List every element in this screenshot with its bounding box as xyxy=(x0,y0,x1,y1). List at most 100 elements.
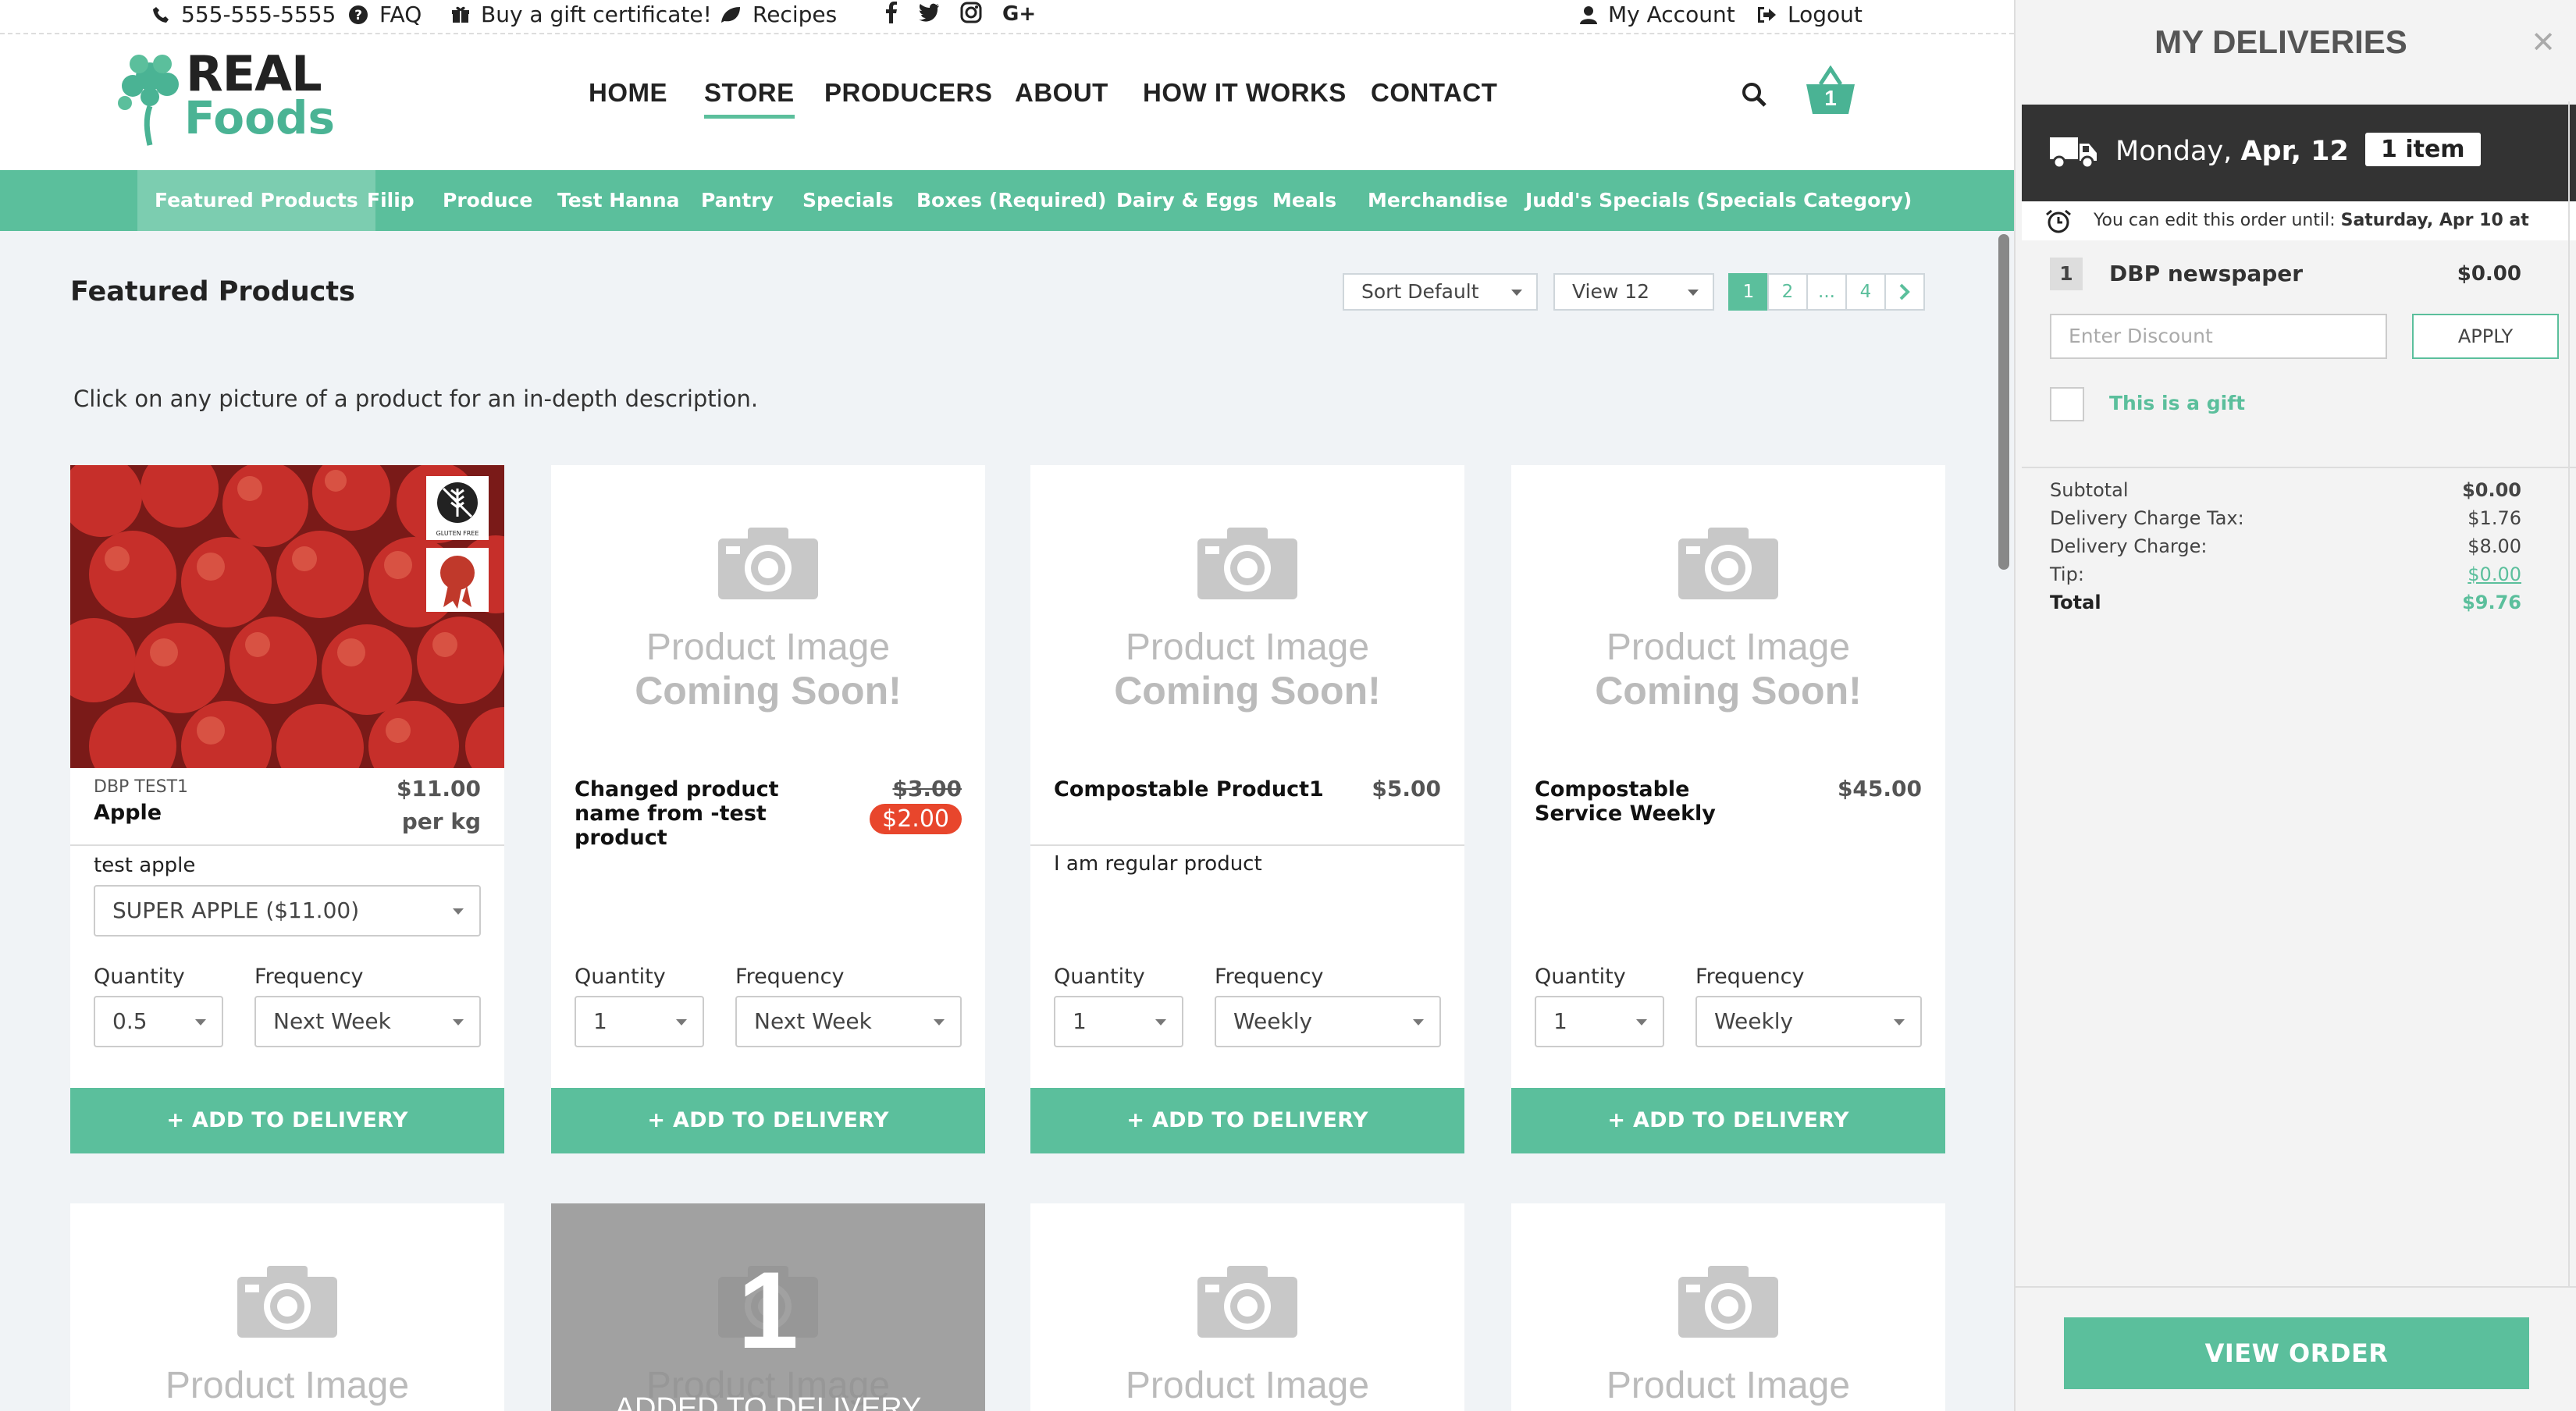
frequency-select[interactable]: Next Week xyxy=(735,996,962,1047)
nav-how-it-works[interactable]: HOW IT WORKS xyxy=(1143,78,1347,108)
phone-link[interactable]: 555-555-5555 xyxy=(151,2,336,27)
cart-count: 1 xyxy=(1824,86,1837,110)
nav-contact[interactable]: CONTACT xyxy=(1371,78,1497,108)
close-icon[interactable]: ✕ xyxy=(2531,25,2556,59)
product-image-placeholder[interactable]: Product Image Coming Soon! xyxy=(551,465,985,768)
quantity-label: Quantity xyxy=(94,965,185,989)
product-name[interactable]: Compostable Service Weekly xyxy=(1535,777,1784,826)
drawer-title: MY DELIVERIES xyxy=(2154,23,2407,60)
nav-about[interactable]: ABOUT xyxy=(1015,78,1108,108)
my-account-link[interactable]: My Account xyxy=(1580,2,1735,27)
view-select[interactable]: View 12 xyxy=(1553,273,1714,311)
camera-icon xyxy=(1678,528,1778,599)
logout-link[interactable]: Logout xyxy=(1756,2,1863,27)
quantity-select[interactable]: 1 xyxy=(1535,996,1664,1047)
product-name[interactable]: Compostable Product1 xyxy=(1054,777,1324,801)
frequency-value: Weekly xyxy=(1233,1008,1313,1034)
chevron-down-icon xyxy=(1413,1019,1424,1025)
delivery-header[interactable]: Monday, Apr, 12 1 item xyxy=(2022,105,2576,201)
apple-photo[interactable]: GLUTEN FREE xyxy=(70,465,504,768)
gift-label: Buy a gift certificate! xyxy=(481,2,712,27)
plus-icon: + xyxy=(1126,1108,1145,1132)
edit-note-prefix: You can edit this order until: xyxy=(2094,211,2341,230)
line-item-name[interactable]: DBP newspaper xyxy=(2109,261,2303,286)
category-test-hanna[interactable]: Test Hanna xyxy=(540,170,696,231)
tax-label: Delivery Charge Tax: xyxy=(2050,507,2244,529)
category-pantry[interactable]: Pantry xyxy=(684,170,791,231)
instagram-icon[interactable] xyxy=(960,2,982,23)
product-description: I am regular product xyxy=(1054,852,1262,876)
category-boxes[interactable]: Boxes (Required) xyxy=(899,170,1123,231)
ribbon-icon xyxy=(440,556,475,609)
category-judds-specials[interactable]: Judd's Specials (Specials Category) xyxy=(1508,170,1929,231)
product-price: $45.00 xyxy=(1837,776,1922,801)
twitter-icon[interactable] xyxy=(918,3,940,22)
frequency-select[interactable]: Weekly xyxy=(1215,996,1441,1047)
add-to-delivery-button[interactable]: + ADD TO DELIVERY xyxy=(1511,1088,1945,1153)
discount-input[interactable]: Enter Discount xyxy=(2050,314,2387,359)
frequency-label: Frequency xyxy=(1695,965,1805,989)
gluten-free-badge: GLUTEN FREE xyxy=(426,476,489,540)
page-2[interactable]: 2 xyxy=(1767,273,1808,311)
faq-link[interactable]: ? FAQ xyxy=(348,2,422,27)
cart-button[interactable]: 1 xyxy=(1803,65,1858,117)
nav-home[interactable]: HOME xyxy=(589,78,667,108)
frequency-select[interactable]: Weekly xyxy=(1695,996,1922,1047)
apply-discount-button[interactable]: APPLY xyxy=(2412,314,2559,359)
quantity-select[interactable]: 1 xyxy=(1054,996,1183,1047)
page-title: Featured Products xyxy=(70,276,355,307)
frequency-value: Next Week xyxy=(273,1008,391,1034)
chevron-down-icon xyxy=(1894,1019,1905,1025)
chevron-down-icon xyxy=(676,1019,687,1025)
search-button[interactable] xyxy=(1741,81,1767,113)
frequency-select[interactable]: Next Week xyxy=(254,996,481,1047)
facebook-icon[interactable] xyxy=(885,2,898,23)
placeholder-line1: Product Image xyxy=(1125,627,1370,668)
page-1[interactable]: 1 xyxy=(1728,273,1769,311)
product-card-compostable-service: Product Image Coming Soon! Compostable S… xyxy=(1511,465,1945,1153)
faq-label: FAQ xyxy=(379,2,422,27)
product-image-placeholder[interactable]: Product Image Coming Soon! xyxy=(1511,465,1945,768)
delivery-day: Monday, xyxy=(2115,136,2241,167)
add-to-delivery-button[interactable]: + ADD TO DELIVERY xyxy=(551,1088,985,1153)
category-filip[interactable]: Filip xyxy=(350,170,432,231)
product-name[interactable]: Apple xyxy=(94,801,162,825)
sort-select[interactable]: Sort Default xyxy=(1343,273,1538,311)
product-name[interactable]: Changed product name from -test product xyxy=(575,777,832,850)
chevron-right-icon xyxy=(1899,283,1910,300)
page-4[interactable]: 4 xyxy=(1845,273,1886,311)
page-ellipsis: ... xyxy=(1806,273,1847,311)
add-to-delivery-button[interactable]: + ADD TO DELIVERY xyxy=(70,1088,504,1153)
utility-bar: 555-555-5555 ? FAQ Buy a gift certificat… xyxy=(0,0,2014,34)
category-meals[interactable]: Meals xyxy=(1255,170,1354,231)
gift-certificate-link[interactable]: Buy a gift certificate! xyxy=(451,2,712,27)
quantity-select[interactable]: 1 xyxy=(575,996,704,1047)
intro-text: Click on any picture of a product for an… xyxy=(73,386,759,412)
nav-producers[interactable]: PRODUCERS xyxy=(824,78,992,108)
product-image-placeholder[interactable]: Product Image Coming Soon! xyxy=(1030,465,1464,768)
gift-checkbox[interactable] xyxy=(2050,387,2084,421)
category-merchandise[interactable]: Merchandise xyxy=(1350,170,1525,231)
product-option-select[interactable]: SUPER APPLE ($11.00) xyxy=(94,885,481,937)
gift-label[interactable]: This is a gift xyxy=(2109,392,2245,414)
category-produce[interactable]: Produce xyxy=(425,170,550,231)
add-label: ADD TO DELIVERY xyxy=(1151,1108,1368,1132)
delivery-date: Monday, Apr, 12 xyxy=(2115,136,2349,167)
add-label: ADD TO DELIVERY xyxy=(672,1108,889,1132)
placeholder-line1: Product Image xyxy=(1606,1365,1851,1406)
tip-value-link[interactable]: $0.00 xyxy=(2467,563,2521,585)
view-order-button[interactable]: VIEW ORDER xyxy=(2064,1317,2529,1389)
next-page-button[interactable] xyxy=(1884,273,1925,311)
add-to-delivery-button[interactable]: + ADD TO DELIVERY xyxy=(1030,1088,1464,1153)
google-plus-icon[interactable]: G+ xyxy=(1002,2,1037,23)
product-card-compostable-product1: Product Image Coming Soon! Compostable P… xyxy=(1030,465,1464,1153)
page-scrollbar[interactable] xyxy=(1998,234,2009,570)
recipes-link[interactable]: Recipes xyxy=(720,2,837,27)
quantity-select[interactable]: 0.5 xyxy=(94,996,223,1047)
nav-store[interactable]: STORE xyxy=(704,78,795,119)
category-featured-products[interactable]: Featured Products xyxy=(137,170,375,231)
truck-icon xyxy=(2050,137,2097,169)
category-specials[interactable]: Specials xyxy=(785,170,911,231)
chevron-down-icon xyxy=(934,1019,945,1025)
category-dairy-eggs[interactable]: Dairy & Eggs xyxy=(1099,170,1276,231)
